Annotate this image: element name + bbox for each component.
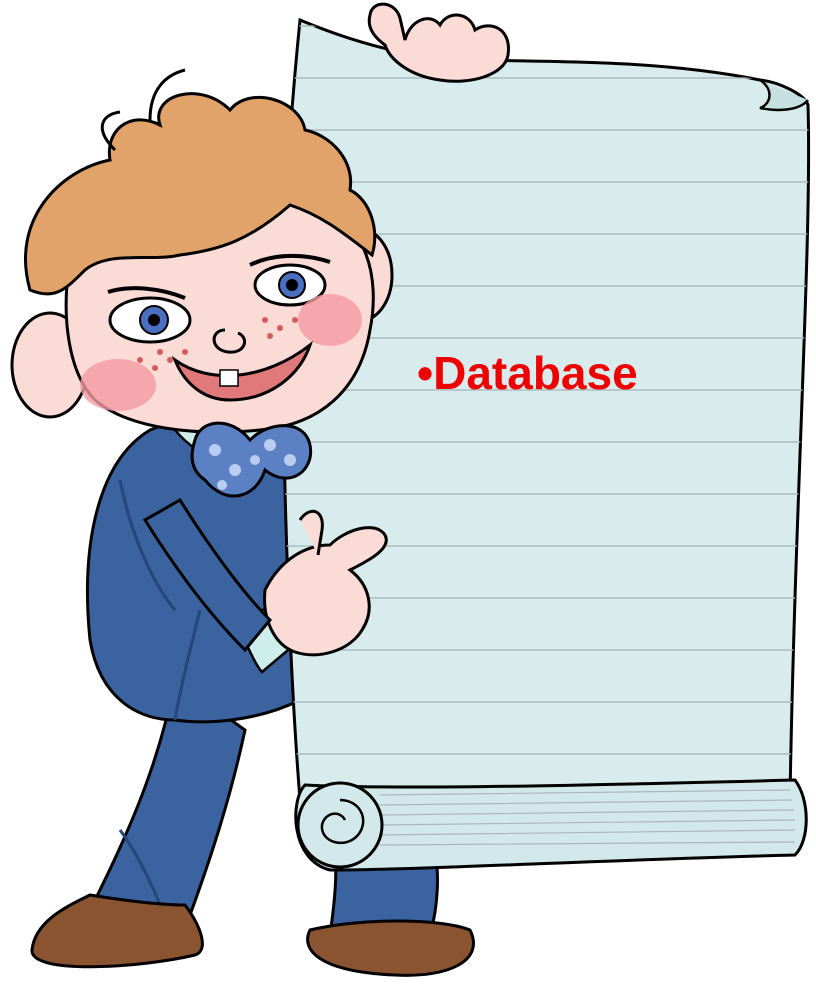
scroll-label: Database [433, 347, 638, 399]
scroll-text: •Database [417, 350, 638, 396]
illustration [10, 2, 811, 977]
bullet: • [417, 347, 434, 399]
scroll-paper [281, 17, 811, 872]
